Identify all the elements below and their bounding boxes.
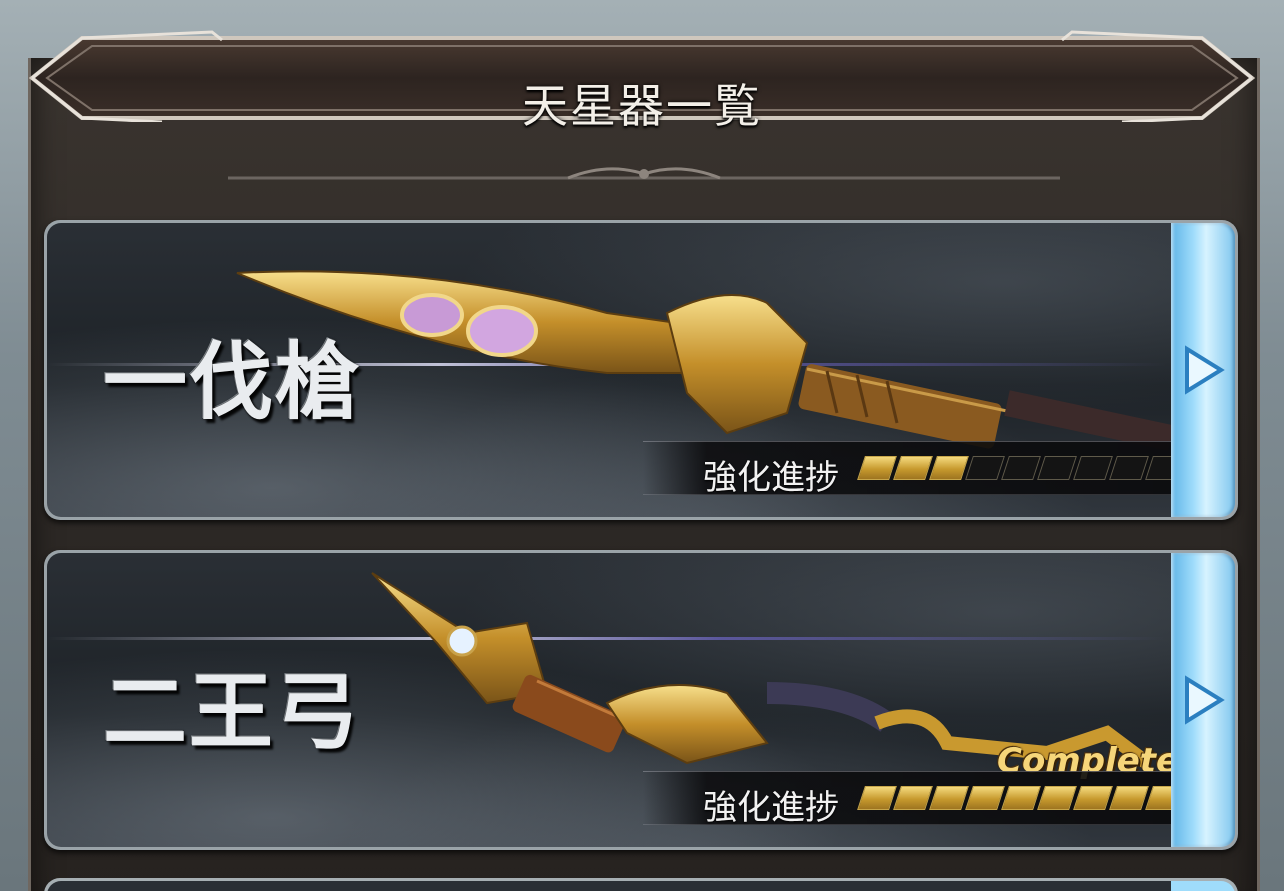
progress-segment	[1145, 456, 1171, 480]
header-banner: 天星器一覧	[22, 26, 1262, 133]
progress-segment	[1001, 786, 1041, 810]
progress-segment	[893, 786, 933, 810]
ornament-divider	[228, 167, 1060, 180]
weapon-card-spear[interactable]: 一伐槍 強化進捗	[44, 220, 1238, 520]
open-detail-button[interactable]	[1171, 553, 1235, 847]
weapon-name: 二王弓	[103, 663, 362, 761]
progress-segment	[1145, 786, 1171, 810]
progress-segment	[929, 786, 969, 810]
progress-segment	[1037, 786, 1077, 810]
progress-segment	[965, 456, 1005, 480]
weapon-list-screen: 天星器一覧 一伐槍 強化進捗 二王弓 Complet 強化進捗	[0, 0, 1284, 891]
weapon-card-bow[interactable]: 二王弓 Complete! 強化進捗	[44, 550, 1238, 850]
page-title: 天星器一覧	[522, 79, 762, 133]
upgrade-progress: 強化進捗	[643, 441, 1171, 498]
progress-segments	[857, 786, 1171, 810]
progress-segment	[1037, 456, 1077, 480]
card-banner: 一伐槍 強化進捗	[47, 223, 1171, 517]
progress-segment	[893, 456, 933, 480]
play-arrow-icon	[1185, 675, 1225, 725]
progress-segment	[1109, 786, 1149, 810]
weapon-card-partial[interactable]	[44, 878, 1238, 891]
progress-segment	[1073, 786, 1113, 810]
progress-segment	[857, 786, 897, 810]
progress-label: 強化進捗	[703, 458, 839, 498]
progress-segment	[1109, 456, 1149, 480]
progress-segment	[965, 786, 1005, 810]
progress-segment	[857, 456, 897, 480]
open-detail-button[interactable]	[1171, 223, 1235, 517]
progress-segment	[1073, 456, 1113, 480]
card-banner	[47, 881, 1171, 891]
progress-segments	[857, 456, 1171, 480]
progress-segment	[929, 456, 969, 480]
card-banner: 二王弓 Complete! 強化進捗	[47, 553, 1171, 847]
progress-label: 強化進捗	[703, 788, 839, 828]
progress-segment	[1001, 456, 1041, 480]
open-detail-button[interactable]	[1171, 881, 1235, 891]
play-arrow-icon	[1185, 345, 1225, 395]
upgrade-progress: 強化進捗	[643, 771, 1171, 828]
weapon-name: 一伐槍	[103, 333, 362, 431]
